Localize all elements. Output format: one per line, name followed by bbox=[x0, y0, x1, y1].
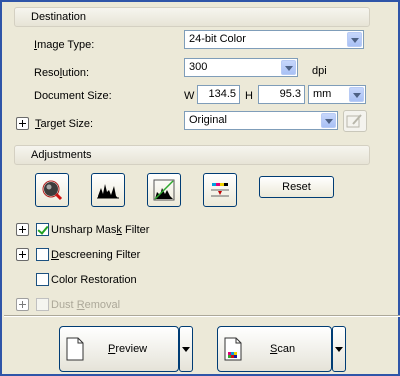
preview-button[interactable]: Preview bbox=[59, 326, 179, 372]
resolution-value: 300 bbox=[189, 61, 208, 73]
dust-removal-label: Dust Removal bbox=[51, 299, 121, 311]
divider bbox=[4, 315, 400, 317]
tone-correction-icon bbox=[153, 179, 175, 201]
scan-button[interactable]: Scan bbox=[217, 326, 332, 372]
histogram-button[interactable] bbox=[91, 173, 125, 207]
chevron-down-icon[interactable] bbox=[281, 60, 296, 75]
chevron-down-icon[interactable] bbox=[349, 87, 364, 102]
color-restoration-checkbox[interactable] bbox=[36, 273, 49, 286]
chevron-down-icon[interactable] bbox=[321, 113, 336, 128]
image-adjustment-icon bbox=[211, 183, 229, 197]
target-size-select[interactable]: Original bbox=[184, 111, 338, 130]
destination-header-label: Destination bbox=[31, 11, 87, 23]
descreening-checkbox[interactable] bbox=[36, 248, 49, 261]
unsharp-expand-button[interactable] bbox=[16, 223, 29, 236]
preview-document-icon bbox=[66, 337, 84, 361]
unsharp-mask-checkbox[interactable] bbox=[36, 223, 49, 236]
chevron-down-icon[interactable] bbox=[347, 32, 362, 47]
reset-button-label: Reset bbox=[282, 181, 311, 193]
reset-button[interactable]: Reset bbox=[259, 176, 334, 198]
preview-label: Preview bbox=[108, 343, 148, 355]
histogram-icon bbox=[97, 184, 119, 199]
adjustments-header-label: Adjustments bbox=[31, 149, 92, 161]
dust-removal-checkbox[interactable] bbox=[36, 298, 49, 311]
image-adjustment-button[interactable] bbox=[203, 173, 237, 207]
dust-removal-expand-button[interactable] bbox=[16, 298, 29, 311]
descreening-label: Descreening Filter bbox=[51, 249, 141, 261]
scan-document-icon bbox=[224, 337, 242, 361]
size-unit-value: mm bbox=[313, 88, 332, 100]
image-type-value: 24-bit Color bbox=[189, 33, 246, 45]
scan-label: Scan bbox=[270, 343, 296, 355]
unsharp-mask-label: Unsharp Mask Filter bbox=[51, 224, 150, 236]
target-size-expand-button[interactable] bbox=[16, 117, 29, 130]
target-size-settings-icon bbox=[346, 114, 362, 128]
tone-correction-button[interactable] bbox=[147, 173, 181, 207]
scanner-settings-panel: Destination Image Type: 24-bit Color Res… bbox=[0, 0, 400, 376]
color-restoration-label: Color Restoration bbox=[51, 274, 137, 286]
target-size-settings-button[interactable] bbox=[343, 110, 367, 132]
scan-options-dropdown[interactable] bbox=[332, 326, 346, 372]
width-label: W bbox=[184, 90, 195, 102]
height-field[interactable]: 95.3 bbox=[258, 85, 305, 104]
resolution-label: Resolution: bbox=[34, 67, 90, 79]
height-label: H bbox=[245, 90, 253, 102]
auto-exposure-icon bbox=[42, 180, 63, 201]
width-field[interactable]: 134.5 bbox=[197, 85, 240, 104]
destination-header: Destination bbox=[14, 7, 370, 27]
resolution-select[interactable]: 300 bbox=[184, 58, 298, 77]
size-unit-select[interactable]: mm bbox=[308, 85, 366, 104]
adjustments-header: Adjustments bbox=[14, 145, 370, 165]
image-type-select[interactable]: 24-bit Color bbox=[184, 30, 364, 49]
target-size-value: Original bbox=[189, 114, 227, 126]
resolution-unit: dpi bbox=[312, 65, 327, 77]
auto-exposure-button[interactable] bbox=[35, 173, 69, 207]
image-type-label: Image Type: bbox=[34, 39, 95, 51]
preview-options-dropdown[interactable] bbox=[179, 326, 193, 372]
document-size-label: Document Size: bbox=[34, 90, 112, 102]
target-size-label: Target Size: bbox=[35, 118, 94, 130]
descreening-expand-button[interactable] bbox=[16, 248, 29, 261]
